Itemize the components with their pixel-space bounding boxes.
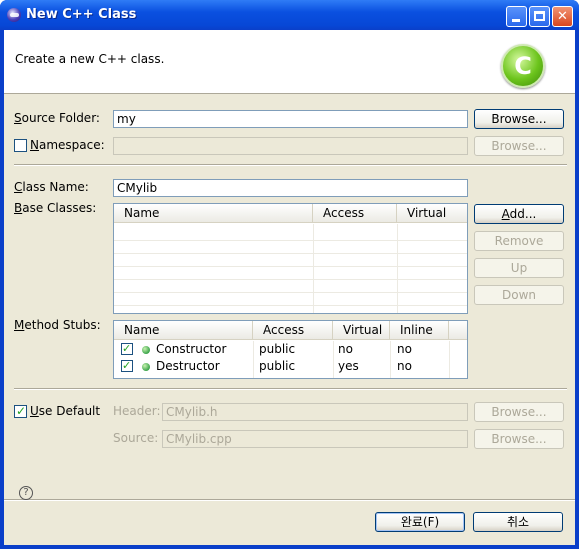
cell-name: Constructor	[156, 342, 227, 356]
column-header-virtual[interactable]: Virtual	[397, 204, 467, 223]
add-base-class-button[interactable]: Add...	[474, 204, 564, 224]
method-stubs-table[interactable]: Name Access Virtual Inline ✓ Constructor…	[113, 320, 468, 379]
column-header-access[interactable]: Access	[253, 321, 333, 340]
window-title: New C++ Class	[26, 7, 137, 22]
dialog-window: New C++ Class ✕ Create a new C++ class. …	[0, 0, 579, 549]
move-down-button[interactable]: Down	[474, 285, 564, 305]
banner-description: Create a new C++ class.	[15, 52, 165, 66]
finish-button[interactable]: 완료(F)	[375, 512, 465, 532]
remove-base-class-button[interactable]: Remove	[474, 231, 564, 251]
table-row[interactable]: ✓ Constructor public no no	[114, 341, 467, 358]
source-folder-browse-button[interactable]: Browse...	[474, 109, 564, 129]
row-checkbox[interactable]: ✓	[121, 342, 133, 355]
cell-name: Destructor	[156, 359, 220, 373]
separator	[4, 499, 575, 501]
use-default-label: Use Default	[30, 404, 101, 418]
method-public-icon	[142, 346, 150, 354]
namespace-label: Namespace:	[30, 138, 105, 152]
header-file-input[interactable]: CMylib.h	[162, 403, 468, 421]
header-browse-button[interactable]: Browse...	[474, 402, 564, 422]
use-default-checkbox[interactable]: ✓	[14, 404, 27, 418]
source-browse-button[interactable]: Browse...	[474, 429, 564, 449]
check-icon: ✓	[122, 359, 132, 372]
cell-virtual: yes	[338, 359, 359, 373]
table-row[interactable]: ✓ Destructor public yes no	[114, 358, 467, 375]
base-classes-header: Name Access Virtual	[114, 204, 467, 223]
header-label: Header:	[113, 404, 161, 418]
cell-inline: no	[397, 359, 412, 373]
source-folder-input[interactable]: my	[113, 110, 468, 128]
method-stubs-header: Name Access Virtual Inline	[114, 321, 467, 340]
check-icon: ✓	[16, 404, 27, 418]
namespace-checkbox[interactable]	[14, 139, 27, 152]
eclipse-app-icon	[7, 8, 21, 22]
dialog-body: Create a new C++ class. C Source Folder:…	[4, 30, 575, 545]
close-button[interactable]: ✕	[552, 6, 573, 27]
namespace-browse-button[interactable]: Browse...	[474, 136, 564, 156]
column-header-inline[interactable]: Inline	[390, 321, 449, 340]
method-public-icon	[142, 363, 150, 371]
namespace-input[interactable]	[113, 137, 468, 155]
maximize-icon	[534, 11, 545, 21]
separator	[14, 164, 567, 166]
cancel-button[interactable]: 취소	[473, 512, 563, 532]
title-bar[interactable]: New C++ Class ✕	[0, 0, 579, 30]
wizard-banner: Create a new C++ class. C	[4, 30, 575, 94]
row-checkbox[interactable]: ✓	[121, 359, 133, 372]
separator	[14, 388, 567, 390]
column-header-name[interactable]: Name	[114, 204, 313, 223]
base-classes-label: Base Classes:	[14, 201, 97, 215]
cell-inline: no	[397, 342, 412, 356]
column-header-name[interactable]: Name	[114, 321, 253, 340]
maximize-button[interactable]	[529, 6, 550, 27]
minimize-icon	[512, 19, 520, 22]
cell-virtual: no	[338, 342, 353, 356]
source-label: Source:	[113, 431, 159, 445]
column-header-virtual[interactable]: Virtual	[333, 321, 390, 340]
class-name-label: Class Name:	[14, 180, 89, 194]
class-name-input[interactable]: CMylib	[113, 179, 468, 197]
close-icon: ✕	[557, 9, 568, 24]
cell-access: public	[259, 359, 296, 373]
method-stubs-label: Method Stubs:	[14, 318, 101, 332]
cell-access: public	[259, 342, 296, 356]
check-icon: ✓	[122, 342, 132, 355]
help-icon[interactable]: ?	[19, 486, 33, 500]
column-header-access[interactable]: Access	[313, 204, 397, 223]
minimize-button[interactable]	[506, 6, 527, 27]
source-folder-label: Source Folder:	[14, 111, 100, 125]
base-classes-table[interactable]: Name Access Virtual	[113, 203, 468, 314]
source-file-input[interactable]: CMylib.cpp	[162, 430, 468, 448]
move-up-button[interactable]: Up	[474, 258, 564, 278]
cpp-class-logo-icon: C	[501, 44, 545, 88]
